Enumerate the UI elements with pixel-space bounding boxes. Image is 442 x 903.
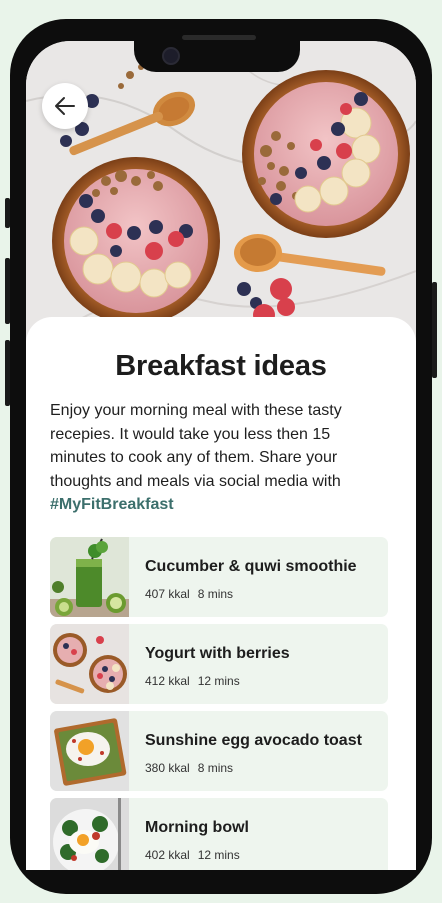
recipe-meta: 380 kkal 8 mins: [145, 761, 233, 775]
page-title: Breakfast ideas: [115, 350, 327, 382]
recipe-kcal: 402 kkal: [145, 848, 190, 862]
arrow-left-icon: [55, 97, 75, 115]
recipe-title: Yogurt with berries: [145, 645, 290, 662]
power-button: [432, 282, 437, 378]
recipe-meta: 412 kkal 12 mins: [145, 674, 240, 688]
app-screen: Breakfast ideas Enjoy your morning meal …: [26, 41, 416, 870]
recipe-meta: 402 kkal 12 mins: [145, 848, 240, 862]
recipe-meta: 407 kkal 8 mins: [145, 587, 233, 601]
recipe-kcal: 407 kkal: [145, 587, 190, 601]
description: Enjoy your morning meal with these tasty…: [50, 399, 382, 517]
recipe-list: Cucumber & quwi smoothie 407 kkal 8 mins …: [50, 537, 388, 870]
recipe-card[interactable]: Yogurt with berries 412 kkal 12 mins: [50, 624, 388, 704]
recipe-card[interactable]: Sunshine egg avocado toast 380 kkal 8 min…: [50, 711, 388, 791]
recipe-time: 8 mins: [197, 761, 234, 775]
hero-image: [26, 41, 416, 341]
recipe-kcal: 412 kkal: [145, 674, 190, 688]
description-text: Enjoy your morning meal with these tasty…: [50, 402, 342, 490]
smoothie-image: [50, 537, 129, 617]
recipe-card[interactable]: Cucumber & quwi smoothie 407 kkal 8 mins: [50, 537, 388, 617]
recipe-card[interactable]: Morning bowl 402 kkal 12 mins: [50, 798, 388, 870]
yogurt-image: [50, 624, 129, 704]
back-button[interactable]: [42, 83, 88, 129]
recipe-title: Morning bowl: [145, 819, 249, 836]
recipe-title: Sunshine egg avocado toast: [145, 732, 362, 749]
hashtag-link[interactable]: #MyFitBreakfast: [50, 496, 174, 513]
egg-toast-image: [50, 711, 129, 791]
morning-bowl-image: [50, 798, 129, 870]
content-sheet: Breakfast ideas Enjoy your morning meal …: [26, 317, 416, 870]
recipe-time: 12 mins: [197, 848, 240, 862]
recipe-time: 8 mins: [197, 587, 234, 601]
recipe-time: 12 mins: [197, 674, 240, 688]
notch: [134, 35, 300, 72]
recipe-title: Cucumber & quwi smoothie: [145, 558, 357, 575]
recipe-kcal: 380 kkal: [145, 761, 190, 775]
